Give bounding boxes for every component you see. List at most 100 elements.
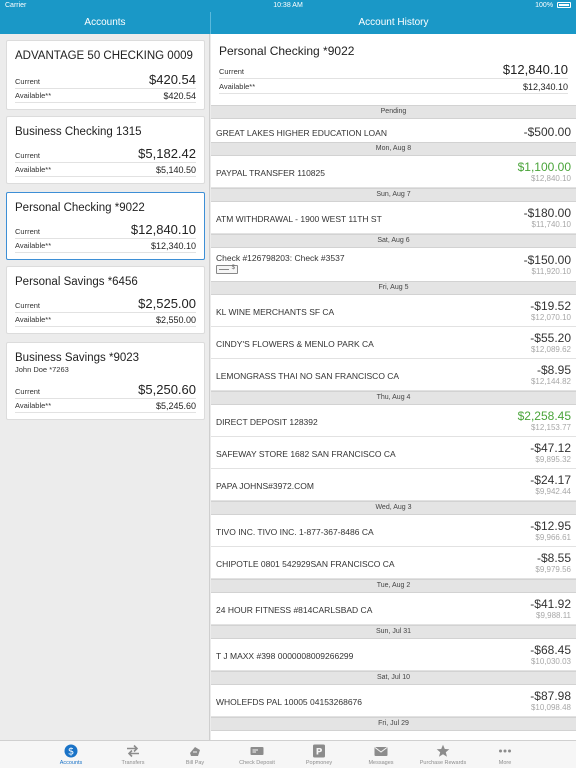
- section-header: Thu, Aug 4: [211, 391, 576, 405]
- running-balance: $9,895.32: [535, 455, 571, 464]
- current-label: Current: [15, 151, 41, 160]
- running-balance: $12,089.62: [530, 345, 571, 354]
- tab-label: More: [498, 760, 512, 766]
- transaction-amount: -$47.12: [530, 441, 571, 455]
- current-balance-row: Current $2,525.00: [15, 293, 196, 313]
- available-balance: $5,245.60: [155, 401, 196, 411]
- history-account-header: Personal Checking *9022 Current $12,840.…: [211, 34, 576, 101]
- account-holder: John Doe *7263: [15, 365, 69, 374]
- transaction-description: ATM WITHDRAWAL - 1900 WEST 11TH ST: [216, 214, 382, 224]
- history-current-row: Current $12,840.10: [219, 62, 568, 79]
- transaction-row[interactable]: TIVO INC. TIVO INC. 1-877-367-8486 CA -$…: [211, 515, 576, 547]
- running-balance: $9,966.61: [535, 533, 571, 542]
- accounts-title: Accounts: [84, 17, 126, 28]
- history-title: Account History: [358, 17, 429, 28]
- transaction-row[interactable]: ATM WITHDRAWAL - 1900 WEST 11TH ST -$180…: [211, 202, 576, 234]
- transaction-amount: -$68.45: [530, 643, 571, 657]
- transaction-description: PAPA JOHNS#3972.COM: [216, 481, 314, 491]
- history-navbar: Account History: [211, 12, 576, 34]
- account-card-advantage-checking[interactable]: ADVANTAGE 50 CHECKING 0009 Current $420.…: [6, 40, 205, 110]
- account-card-business-savings[interactable]: Business Savings *9023 John Doe *7263 Cu…: [6, 342, 205, 420]
- transaction-row[interactable]: PAPA JOHNS#3972.COM -$24.17 $9,942.44: [211, 469, 576, 501]
- history-current-balance: $12,840.10: [502, 62, 568, 77]
- svg-text:$: $: [68, 747, 74, 758]
- tab-purchase-rewards[interactable]: Purchase Rewards: [412, 741, 474, 768]
- current-label: Current: [219, 67, 245, 76]
- section-header: Sun, Jul 31: [211, 625, 576, 639]
- transaction-row[interactable]: CINDY'S FLOWERS & MENLO PARK CA -$55.20 …: [211, 327, 576, 359]
- running-balance: $9,988.11: [536, 611, 571, 620]
- section-header: Fri, Jul 29: [211, 717, 576, 731]
- clock: 10:38 AM: [273, 2, 303, 9]
- current-balance: $420.54: [149, 72, 196, 87]
- running-balance: $10,098.48: [530, 703, 571, 712]
- transaction-amount: -$24.17: [530, 473, 571, 487]
- current-balance: $5,182.42: [138, 146, 196, 161]
- available-balance-row: Available** $12,340.10: [15, 239, 196, 253]
- tab-label: Messages: [368, 760, 394, 766]
- transaction-description: Check #126798203: Check #3537: [216, 253, 345, 263]
- account-name: Personal Savings *6456: [15, 276, 138, 288]
- available-balance-row: Available** $5,140.50: [15, 163, 196, 177]
- transaction-row[interactable]: PAYPAL TRANSFER 110825 $1,100.00 $12,840…: [211, 156, 576, 188]
- current-balance: $2,525.00: [138, 296, 196, 311]
- transaction-amount: -$87.98: [530, 689, 571, 703]
- transaction-row[interactable]: KL WINE MERCHANTS SF CA -$19.52 $12,070.…: [211, 295, 576, 327]
- battery-icon: [557, 2, 571, 9]
- tab-label: Accounts: [59, 760, 83, 766]
- check-image-icon[interactable]: [216, 265, 238, 274]
- transaction-row[interactable]: LEMONGRASS THAI NO SAN FRANCISCO CA -$8.…: [211, 359, 576, 391]
- running-balance: $11,740.10: [531, 220, 571, 229]
- envelope-icon: [374, 747, 388, 756]
- tab-label: Popmoney: [305, 760, 333, 766]
- accounts-list: ADVANTAGE 50 CHECKING 0009 Current $420.…: [0, 34, 210, 740]
- battery-indicator: 100%: [535, 2, 571, 9]
- transaction-row[interactable]: WHOLEFDS PAL 10005 04153268676 -$87.98 $…: [211, 685, 576, 717]
- available-label: Available**: [15, 401, 52, 410]
- section-header: Tue, Aug 2: [211, 579, 576, 593]
- transaction-description: CINDY'S FLOWERS & MENLO PARK CA: [216, 339, 374, 349]
- transaction-description: KL WINE MERCHANTS SF CA: [216, 307, 335, 317]
- section-header: Sun, Aug 7: [211, 188, 576, 202]
- tab-bill-pay[interactable]: Bill Pay: [164, 741, 226, 768]
- transaction-amount: -$500.00: [523, 125, 571, 139]
- transaction-amount: -$150.00: [523, 253, 571, 267]
- current-label: Current: [15, 77, 41, 86]
- running-balance: $12,144.82: [530, 377, 571, 386]
- history-available-balance: $12,340.10: [522, 82, 568, 92]
- transaction-amount: -$41.92: [530, 597, 571, 611]
- transaction-row[interactable]: CHIPOTLE 0801 542929SAN FRANCISCO CA -$8…: [211, 547, 576, 579]
- tab-popmoney[interactable]: P Popmoney: [288, 741, 350, 768]
- section-header: Sat, Jul 10: [211, 671, 576, 685]
- available-balance-row: Available** $5,245.60: [15, 399, 196, 413]
- tab-check-deposit[interactable]: Check Deposit: [226, 741, 288, 768]
- transfer-arrows-icon: [127, 744, 139, 758]
- available-balance: $12,340.10: [150, 241, 196, 251]
- tab-messages[interactable]: Messages: [350, 741, 412, 768]
- account-name: Business Checking 1315: [15, 126, 142, 138]
- more-dots-icon: [499, 749, 511, 753]
- svg-text:P: P: [316, 748, 323, 758]
- tab-label: Check Deposit: [239, 760, 275, 766]
- account-card-personal-savings[interactable]: Personal Savings *6456 Current $2,525.00…: [6, 266, 205, 334]
- transaction-row[interactable]: 24 HOUR FITNESS #814CARLSBAD CA -$41.92 …: [211, 593, 576, 625]
- account-history[interactable]: Personal Checking *9022 Current $12,840.…: [211, 34, 576, 740]
- tab-more[interactable]: More: [474, 741, 536, 768]
- available-label: Available**: [15, 315, 52, 324]
- section-header: Pending: [211, 105, 576, 119]
- tab-transfers[interactable]: Transfers: [102, 741, 164, 768]
- running-balance: $11,920.10: [531, 267, 571, 276]
- account-name: ADVANTAGE 50 CHECKING 0009: [15, 50, 193, 62]
- section-header: Wed, Aug 3: [211, 501, 576, 515]
- popmoney-icon: P: [313, 744, 325, 758]
- transaction-row[interactable]: T J MAXX #398 0000008009266299 -$68.45 $…: [211, 639, 576, 671]
- tab-accounts[interactable]: $ Accounts: [40, 741, 102, 768]
- account-card-personal-checking[interactable]: Personal Checking *9022 Current $12,840.…: [6, 192, 205, 260]
- running-balance: $9,979.56: [535, 565, 571, 574]
- tab-bar: $ Accounts Transfers Bill Pay Check Depo…: [0, 740, 576, 768]
- transaction-row[interactable]: DIRECT DEPOSIT 128392 $2,258.45 $12,153.…: [211, 405, 576, 437]
- transaction-row[interactable]: SAFEWAY STORE 1682 SAN FRANCISCO CA -$47…: [211, 437, 576, 469]
- available-balance-row: Available** $420.54: [15, 89, 196, 103]
- account-card-business-checking[interactable]: Business Checking 1315 Current $5,182.42…: [6, 116, 205, 184]
- account-name: Business Savings *9023: [15, 352, 140, 364]
